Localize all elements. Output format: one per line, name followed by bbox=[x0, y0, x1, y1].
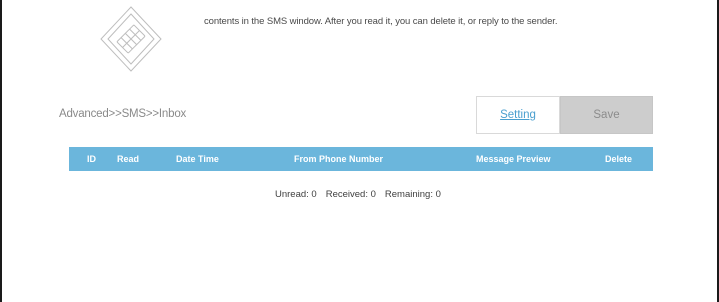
received-count: Received: 0 bbox=[325, 189, 376, 200]
column-header-delete: Delete bbox=[605, 154, 633, 164]
save-button[interactable]: Save bbox=[560, 96, 653, 134]
unread-count: Unread: 0 bbox=[275, 189, 317, 200]
column-header-date-time: Date Time bbox=[176, 154, 219, 164]
intro-text: contents in the SMS window. After you re… bbox=[204, 16, 558, 27]
breadcrumb: Advanced>>SMS>>Inbox bbox=[59, 108, 187, 120]
column-header-message-preview: Message Preview bbox=[476, 154, 551, 164]
column-header-from-phone-number: From Phone Number bbox=[294, 154, 384, 164]
remaining-count: Remaining: 0 bbox=[384, 189, 441, 200]
inbox-table-header: ID Read Date Time From Phone Number Mess… bbox=[69, 147, 653, 171]
setting-button[interactable]: Setting bbox=[476, 96, 560, 134]
message-counts: Unread: 0 Received: 0 Remaining: 0 bbox=[275, 189, 441, 200]
intro-text-cut-line bbox=[197, 0, 577, 5]
sim-card-icon bbox=[100, 6, 162, 72]
column-header-read: Read bbox=[117, 154, 140, 164]
column-header-id: ID bbox=[87, 154, 96, 164]
page-frame: contents in the SMS window. After you re… bbox=[0, 0, 719, 302]
